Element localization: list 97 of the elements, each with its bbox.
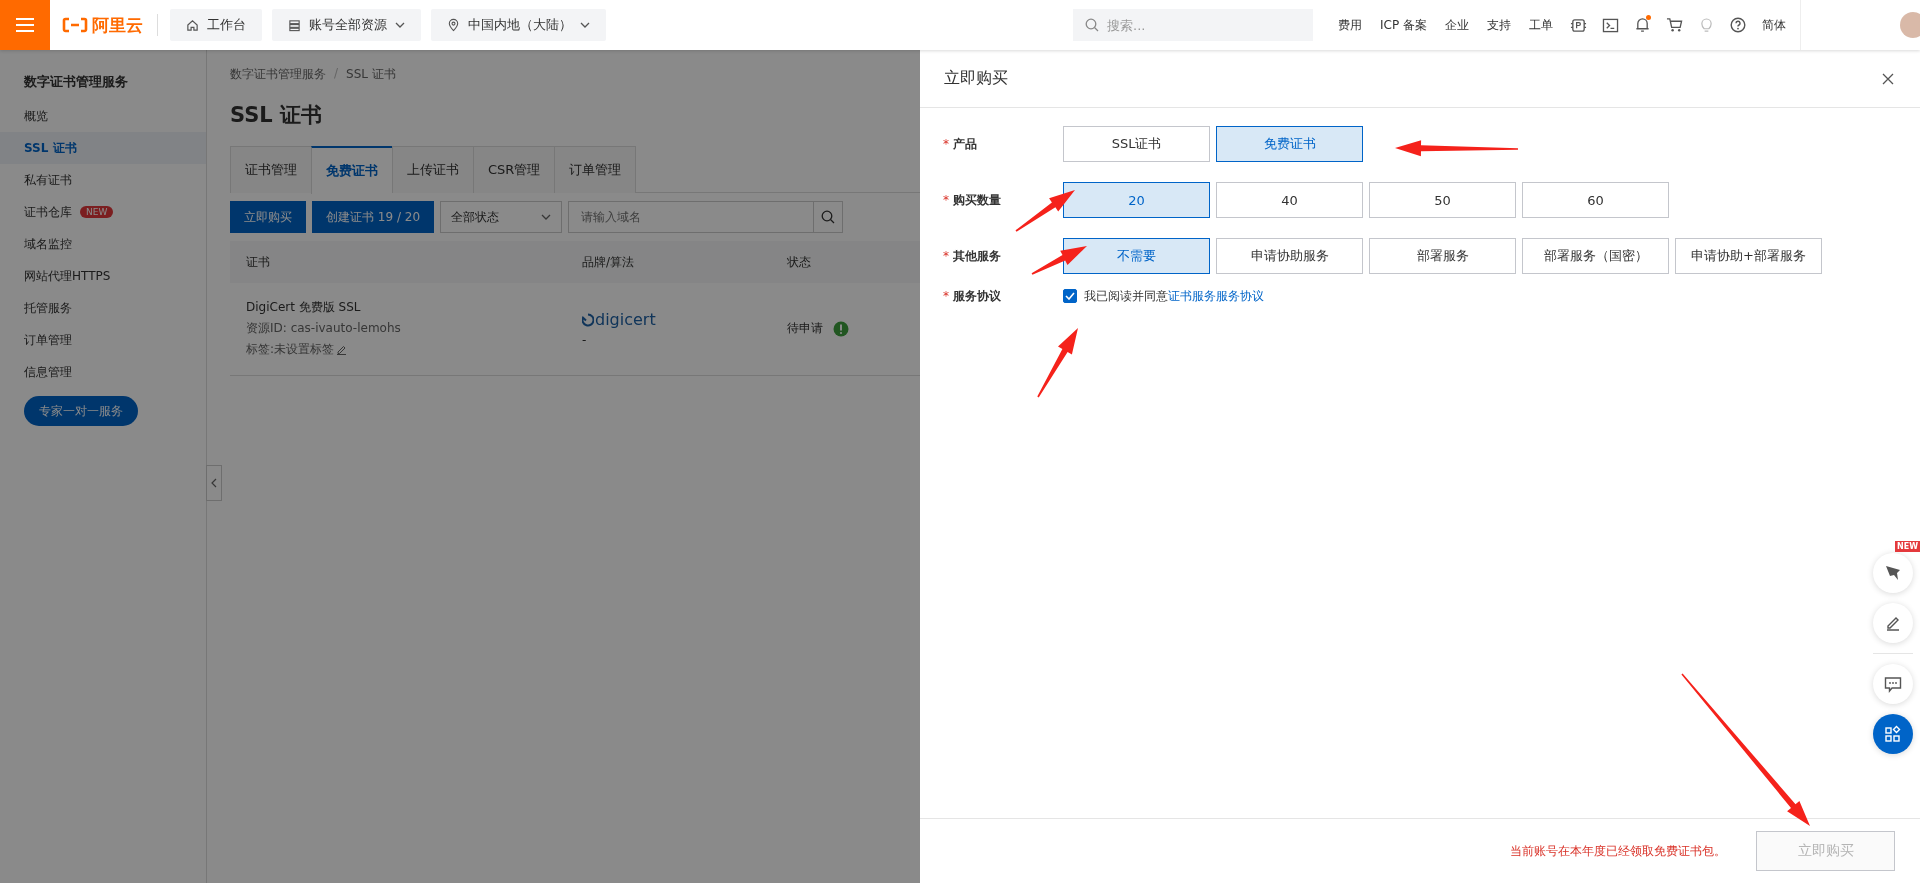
option-button[interactable]: 20 <box>1063 182 1210 218</box>
tab[interactable]: 免费证书 <box>311 146 392 194</box>
collapse-handle[interactable] <box>206 465 222 501</box>
option-button[interactable]: 申请协助+部署服务 <box>1675 238 1822 274</box>
annotation-arrow <box>1031 246 1087 275</box>
required-mark: * <box>943 249 949 263</box>
new-badge: NEW <box>1895 541 1920 552</box>
option-button[interactable]: 60 <box>1522 182 1669 218</box>
lightbulb-icon <box>1699 16 1713 34</box>
menu-button[interactable] <box>0 0 50 50</box>
tab[interactable]: CSR管理 <box>473 146 555 193</box>
annotation-arrow <box>1037 328 1078 398</box>
breadcrumb-item[interactable]: 数字证书管理服务 <box>230 66 326 82</box>
option-button[interactable]: 申请协助服务 <box>1216 238 1363 274</box>
tab[interactable]: 订单管理 <box>554 146 637 193</box>
required-mark: * <box>943 193 949 207</box>
sidebar-item-label: 证书仓库 <box>24 203 72 221</box>
field-label: 其他服务 <box>953 247 1001 265</box>
create-certificate-button[interactable]: 创建证书 19 / 20 <box>312 201 435 233</box>
option-button[interactable]: SSL证书 <box>1063 126 1210 162</box>
field-label: 服务协议 <box>953 287 1001 305</box>
nav-button[interactable]: 账号全部资源 <box>272 9 421 41</box>
option-button[interactable]: 50 <box>1369 182 1516 218</box>
option-button[interactable]: 40 <box>1216 182 1363 218</box>
breadcrumb-separator: / <box>334 66 339 82</box>
chevron-left-icon <box>211 478 217 488</box>
agreement-text: 我已阅读并同意证书服务服务协议 <box>1084 287 1264 305</box>
sidebar-item[interactable]: 订单管理 <box>0 324 206 356</box>
nav-button[interactable]: 中国内地（大陆） <box>431 9 606 41</box>
certificate-name: DigiCert 免费版 SSL <box>246 299 361 317</box>
sidebar-item[interactable]: 概览 <box>0 100 206 132</box>
header-link[interactable]: 费用 <box>1338 16 1363 34</box>
field-label: 购买数量 <box>953 191 1001 209</box>
required-mark: * <box>943 289 949 303</box>
notice-text: 当前账号在本年度已经领取免费证书包。 <box>1510 842 1726 860</box>
drawer-title: 立即购买 <box>944 68 1008 89</box>
help-icon <box>1730 17 1746 33</box>
brand-logo-icon <box>582 312 594 327</box>
column-header: 证书 <box>230 241 566 283</box>
header-link[interactable]: 工单 <box>1529 16 1553 34</box>
chat-icon <box>1884 675 1902 693</box>
language-link[interactable]: 简体 <box>1762 16 1786 34</box>
warning-icon <box>833 320 849 337</box>
search-icon <box>821 210 836 224</box>
sidebar-title: 数字证书管理服务 <box>23 73 129 91</box>
sidebar-item[interactable]: 托管服务 <box>0 292 206 324</box>
sidebar-item[interactable]: 网站代理HTTPS <box>0 260 206 292</box>
buy-button[interactable]: 立即购买 <box>230 201 306 233</box>
logo-icon <box>62 17 88 33</box>
expert-service-button[interactable]: 专家一对一服务 <box>24 396 138 426</box>
sidebar-item[interactable]: SSL 证书 <box>0 132 206 164</box>
option-button[interactable]: 不需要 <box>1063 238 1210 274</box>
required-mark: * <box>943 137 949 151</box>
column-header: 品牌/算法 <box>566 241 771 283</box>
home-icon <box>186 18 199 32</box>
logo-text: 阿里云 <box>92 13 143 37</box>
option-button[interactable]: 部署服务（国密） <box>1522 238 1669 274</box>
chip-icon <box>1569 16 1587 34</box>
status-select[interactable]: 全部状态 <box>440 201 563 233</box>
page-title: SSL 证书 <box>230 102 323 129</box>
brand-name: digicert <box>595 310 656 330</box>
apps-icon <box>1884 725 1902 743</box>
sidebar-item[interactable]: 私有证书 <box>0 164 206 196</box>
algorithm: - <box>582 333 587 348</box>
cart-icon <box>1665 17 1683 33</box>
check-icon <box>1065 292 1075 300</box>
breadcrumb-item[interactable]: SSL 证书 <box>346 66 396 82</box>
location-pin-icon <box>447 18 460 32</box>
sidebar-item[interactable]: 信息管理 <box>0 356 206 388</box>
sidebar-item[interactable]: 域名监控 <box>0 228 206 260</box>
status-text: 待申请 <box>787 320 823 338</box>
new-badge: NEW <box>80 206 114 218</box>
caret-icon <box>541 214 552 220</box>
field-label: 产品 <box>953 135 977 153</box>
option-button[interactable]: 部署服务 <box>1369 238 1516 274</box>
annotation-arrow <box>1015 190 1075 232</box>
search-field[interactable]: 搜索... <box>1073 9 1314 41</box>
resource-id: 资源ID: cas-ivauto-lemohs <box>246 320 401 338</box>
sidebar-item[interactable]: 证书仓库 NEW <box>0 196 206 228</box>
nav-button[interactable]: 工作台 <box>170 9 262 41</box>
tag-label: 标签:未设置标签 <box>246 341 335 359</box>
header-link[interactable]: ICP 备案 <box>1380 16 1427 34</box>
agreement-checkbox[interactable] <box>1063 289 1077 303</box>
stack-icon <box>288 18 301 32</box>
tab[interactable]: 上传证书 <box>392 146 473 193</box>
agreement-link[interactable]: 证书服务服务协议 <box>1168 288 1264 303</box>
bell-icon <box>1634 17 1650 33</box>
edit-icon[interactable] <box>336 344 348 356</box>
tab[interactable]: 证书管理 <box>230 146 311 193</box>
search-button[interactable] <box>814 201 844 233</box>
menu-icon <box>15 17 35 33</box>
domain-search-field[interactable]: 请输入域名 <box>568 201 815 233</box>
terminal-icon <box>1601 17 1619 33</box>
search-icon <box>1085 18 1100 32</box>
header-link[interactable]: 支持 <box>1487 16 1511 34</box>
header-link[interactable]: 企业 <box>1445 16 1469 34</box>
option-button[interactable]: 免费证书 <box>1216 126 1363 162</box>
